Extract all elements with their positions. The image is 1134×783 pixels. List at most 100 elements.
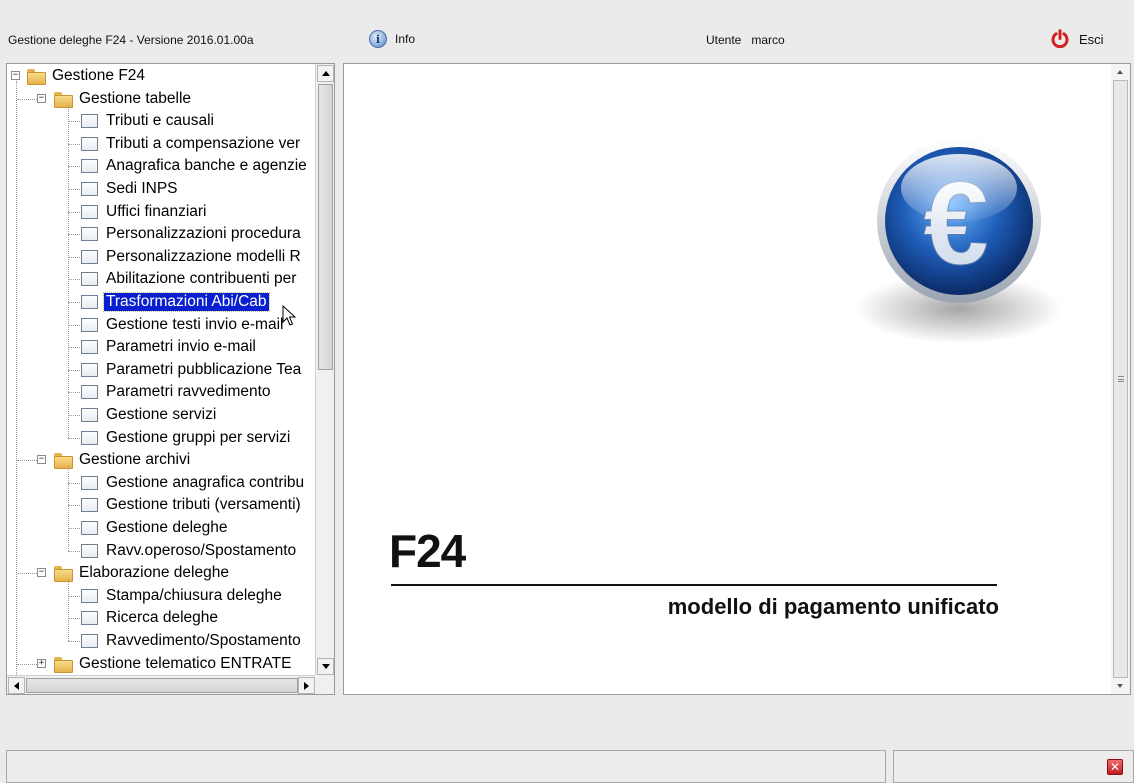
tree-folder-elaborazione-deleghe[interactable]: Elaborazione deleghe	[54, 562, 231, 584]
tree-connector-line	[68, 324, 80, 326]
tree-expander-root[interactable]: −	[11, 71, 20, 80]
tree-item-gestione-servizi[interactable]: Gestione servizi	[81, 404, 218, 426]
user-name: marco	[751, 33, 785, 47]
folder-icon	[54, 91, 73, 108]
document-icon	[81, 272, 98, 287]
tree-connector-line	[68, 369, 80, 371]
tree-item-gestione-testi-invio-e-mail[interactable]: Gestione testi invio e-mail	[81, 314, 285, 336]
scroll-right-button[interactable]	[298, 677, 315, 694]
document-icon	[81, 114, 98, 129]
tree-folder-gestione-f24[interactable]: Gestione F24	[27, 65, 147, 87]
tree-node-label: Gestione tributi (versamenti)	[106, 496, 301, 514]
document-icon	[81, 611, 98, 626]
tree-expander-gestione-tabelle[interactable]: −	[37, 93, 46, 103]
tree-item-uffici-finanziari[interactable]: Uffici finanziari	[81, 201, 209, 223]
tree-node-label: Gestione F24	[52, 67, 146, 84]
scroll-up-button[interactable]	[317, 65, 334, 82]
tree-item-gestione-tributi-versamenti[interactable]: Gestione tributi (versamenti)	[81, 494, 303, 516]
content-scroll-down-icon[interactable]	[1117, 684, 1123, 688]
document-icon	[81, 159, 98, 174]
tree-node-label: Parametri pubblicazione Tea	[106, 360, 302, 378]
tree-item-stampa-chiusura-deleghe[interactable]: Stampa/chiusura deleghe	[81, 585, 284, 607]
exit-label: Esci	[1079, 31, 1104, 47]
document-icon	[81, 227, 98, 242]
tree-connector-line	[68, 234, 80, 236]
status-bar-secondary	[893, 750, 1134, 783]
document-icon	[81, 588, 98, 603]
user-label: Utente	[706, 33, 742, 47]
tree-item-ravvedimento-spostamento[interactable]: Ravvedimento/Spostamento	[81, 630, 303, 652]
tree-item-abilitazione-contribuenti-per[interactable]: Abilitazione contribuenti per	[81, 268, 298, 290]
tree-connector-line	[68, 528, 80, 529]
document-icon	[81, 136, 98, 151]
tree-expander-gestione-telematico-entrate[interactable]: +	[37, 658, 46, 668]
tree-horizontal-scrollbar[interactable]	[7, 675, 316, 694]
tree-connector-line	[68, 618, 80, 620]
tree-item-ravv-operoso-spostamento[interactable]: Ravv.operoso/Spostamento	[81, 540, 298, 562]
navigation-tree[interactable]: Gestione F24− Gestione tabelle − Tributi e …	[7, 64, 316, 676]
tree-connector-line	[68, 466, 69, 551]
tree-connector-line	[68, 550, 80, 552]
content-panel: € F24 modello di pagamento unificato	[343, 63, 1131, 695]
tree-item-trasformazioni-abi-cab[interactable]: Trasformazioni Abi/Cab	[81, 291, 270, 313]
tree-item-anagrafica-banche-e-agenzie[interactable]: Anagrafica banche e agenzie	[81, 155, 309, 177]
tree-connector-line	[68, 121, 80, 123]
tree-item-parametri-invio-e-mail[interactable]: Parametri invio e-mail	[81, 336, 258, 358]
tree-folder-gestione-tabelle[interactable]: Gestione tabelle	[54, 88, 193, 110]
document-icon	[81, 521, 98, 535]
tree-item-personalizzazioni-procedura[interactable]: Personalizzazioni procedura	[81, 223, 303, 245]
content-scroll-up-icon[interactable]	[1117, 70, 1123, 74]
tree-vertical-scroll-thumb[interactable]	[318, 84, 333, 370]
document-icon	[81, 204, 98, 219]
tree-item-tributi-a-compensazione-ver[interactable]: Tributi a compensazione ver	[81, 133, 302, 155]
document-icon	[81, 249, 98, 264]
tree-vertical-scrollbar[interactable]	[315, 64, 334, 676]
tree-item-parametri-ravvedimento[interactable]: Parametri ravvedimento	[81, 381, 273, 403]
tree-node-label: Ravvedimento/Spostamento	[106, 632, 301, 649]
status-bar	[6, 750, 886, 783]
tree-item-gestione-anagrafica-contribu[interactable]: Gestione anagrafica contribu	[81, 472, 306, 494]
tree-connector-line	[17, 663, 39, 665]
top-bar: Gestione deleghe F24 - Versione 2016.01.…	[0, 0, 1134, 62]
tree-node-label: Ravv.operoso/Spostamento	[106, 541, 297, 559]
scroll-grip-icon	[1118, 376, 1124, 382]
tree-node-label: Tributi e causali	[106, 112, 214, 130]
power-icon	[1050, 29, 1070, 49]
document-icon	[81, 634, 98, 648]
tree-connector-line	[17, 98, 39, 100]
folder-icon	[27, 69, 46, 85]
tree-item-gestione-gruppi-per-servizi[interactable]: Gestione gruppi per servizi	[81, 427, 292, 449]
tree-folder-gestione-telematico-entrate[interactable]: Gestione telematico ENTRATE	[54, 653, 293, 675]
tree-folder-gestione-archivi[interactable]: Gestione archivi	[54, 449, 192, 471]
tree-expander-gestione-archivi[interactable]: −	[37, 455, 46, 465]
tree-connector-line	[68, 211, 80, 213]
tree-item-gestione-deleghe[interactable]: Gestione deleghe	[81, 517, 230, 539]
tree-horizontal-scroll-thumb[interactable]	[26, 678, 298, 693]
scroll-left-button[interactable]	[8, 677, 25, 694]
document-icon	[81, 543, 98, 558]
content-vertical-scrollbar[interactable]	[1111, 64, 1130, 694]
tree-item-parametri-pubblicazione-tea[interactable]: Parametri pubblicazione Tea	[81, 359, 303, 381]
tree-item-sedi-inps[interactable]: Sedi INPS	[81, 178, 180, 200]
app-title: Gestione deleghe F24 - Versione 2016.01.…	[8, 33, 254, 47]
tree-node-label: Tributi a compensazione ver	[106, 134, 301, 152]
scroll-down-button[interactable]	[317, 658, 334, 675]
exit-button[interactable]: Esci	[1050, 29, 1104, 49]
tree-item-personalizzazione-modelli-r[interactable]: Personalizzazione modelli R	[81, 246, 303, 268]
tree-connector-line	[68, 166, 80, 168]
tree-item-tributi-e-causali[interactable]: Tributi e causali	[81, 110, 216, 132]
tree-node-label: Abilitazione contribuenti per	[106, 270, 297, 288]
document-icon	[81, 385, 98, 400]
tree-connector-line	[68, 347, 80, 349]
banner-subtitle: modello di pagamento unificato	[667, 594, 999, 619]
tree-connector-line	[68, 641, 80, 642]
close-icon[interactable]: ✕	[1107, 759, 1123, 775]
tree-item-ricerca-deleghe[interactable]: Ricerca deleghe	[81, 607, 220, 629]
content-vertical-scroll-thumb[interactable]	[1113, 80, 1128, 678]
info-button[interactable]: i Info	[369, 30, 415, 48]
tree-node-label: Gestione tabelle	[79, 89, 192, 107]
tree-connector-line	[68, 279, 80, 281]
tree-connector-line	[68, 189, 80, 190]
tree-connector-line	[68, 302, 80, 303]
tree-expander-elaborazione-deleghe[interactable]: −	[37, 568, 46, 578]
